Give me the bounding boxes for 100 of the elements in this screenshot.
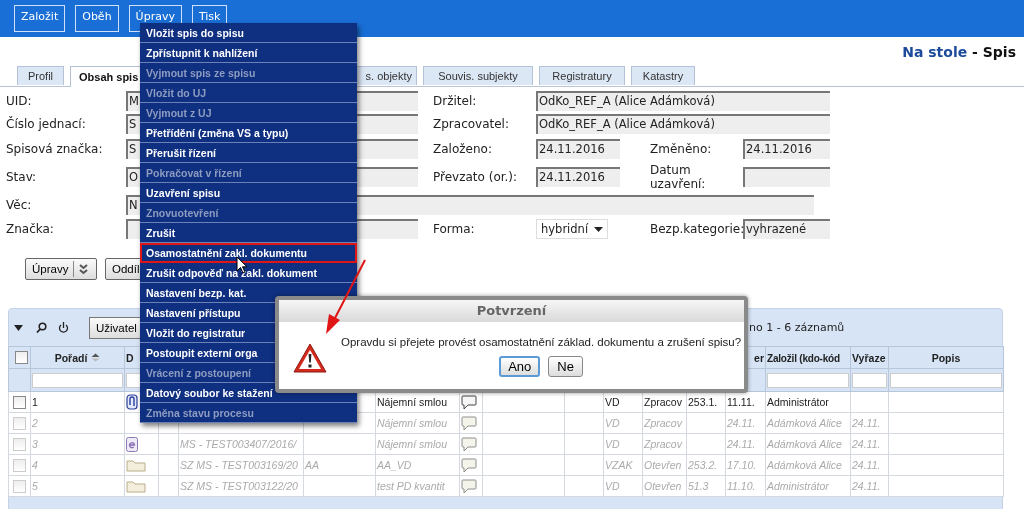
table-cell: 253.1. [688, 396, 718, 408]
field-label: Zpracovatel: [433, 117, 510, 131]
table-cell: VD [605, 438, 620, 450]
filter-field[interactable] [767, 372, 849, 388]
table-cell: 1 [32, 396, 38, 408]
comment-icon[interactable] [461, 415, 477, 431]
checkbox[interactable] [13, 395, 26, 409]
text-field[interactable] [743, 167, 830, 187]
menu-item[interactable]: Vložit spis do spisu [140, 23, 357, 43]
dropdown-icon [594, 226, 603, 232]
table-cell: Nájemní smlou [377, 396, 448, 408]
menu-item[interactable]: Přetřídění (změna VS a typu) [140, 123, 357, 143]
table-cell: 24.11. [727, 417, 756, 429]
select-field[interactable]: hybridní [536, 219, 608, 239]
search-icon[interactable] [36, 322, 47, 333]
table-cell: 24.11. [852, 459, 881, 471]
table-cell: Nájemní smlou [377, 438, 448, 450]
comment-icon[interactable] [461, 457, 477, 473]
field-label: Značka: [6, 222, 55, 236]
table-cell: Otevřen [644, 480, 682, 492]
column-header[interactable]: D [126, 351, 134, 364]
table-cell: Adámková Alice [767, 459, 842, 471]
table-cell: SZ MS - TEST003169/20 [180, 459, 298, 471]
table-cell: test PD kvantit [377, 480, 445, 492]
table-cell: 5 [32, 480, 38, 492]
field-label: Spisová značka: [6, 142, 104, 156]
table-cell: 4 [32, 459, 38, 471]
text-field[interactable]: 24.11.2016 [743, 139, 830, 159]
comment-icon[interactable] [461, 478, 477, 494]
filter-field[interactable] [852, 372, 887, 388]
menu-item[interactable]: Zrušit [140, 223, 357, 243]
table-cell: Administrátor [767, 480, 829, 492]
page-title: Na stole - Spis [902, 43, 1016, 60]
table-cell: 253.2. [688, 459, 718, 471]
field-label: Forma: [433, 222, 476, 236]
sort-ascending-icon[interactable] [91, 352, 101, 362]
table-cell: SZ MS - TEST003122/20 [180, 480, 298, 492]
table-cell: AA_VD [377, 459, 412, 471]
comment-icon[interactable] [461, 394, 477, 410]
table-cell: 17.10. [727, 459, 757, 471]
filter-field[interactable] [32, 372, 123, 388]
field-label: Stav: [6, 170, 38, 184]
dialog-title: Potvrzení [279, 300, 744, 322]
checkbox[interactable] [14, 351, 28, 365]
table-cell: Zpracov [644, 417, 682, 429]
field-label: Držitel: [433, 93, 478, 108]
text-field[interactable]: vyhrazené [743, 219, 830, 239]
text-field[interactable]: 24.11.2016 [536, 167, 620, 187]
table-cell: Adámková Alice [767, 438, 842, 450]
table-cell: Zpracov [644, 396, 682, 408]
double-chevron-icon [79, 263, 89, 275]
text-field[interactable]: OdKo_REF_A (Alice Adámková) [536, 114, 830, 134]
table-cell: 24.11. [852, 438, 881, 450]
menu-item[interactable]: Přerušit řízení [140, 143, 357, 163]
comment-icon[interactable] [461, 436, 477, 452]
field-label: UID: [6, 93, 33, 108]
menu-item[interactable]: Uzavření spisu [140, 183, 357, 203]
field-label: Datum uzavření: [650, 163, 707, 191]
split-button[interactable]: Úpravy [25, 258, 97, 280]
table-cell: 11.11. [727, 396, 755, 408]
text-field[interactable]: OdKo_REF_A (Alice Adámková) [536, 90, 830, 111]
field-label: Převzato (or.): [433, 170, 519, 184]
toolbar-button[interactable]: Založit [14, 5, 66, 32]
menu-item[interactable]: Osamostatnění zakl. dokumentu [140, 243, 357, 263]
table-cell: 3 [32, 438, 38, 450]
tab[interactable]: Souvis. subjekty [423, 66, 533, 85]
table-cell: VZAK [605, 459, 633, 471]
tab[interactable]: Profil [17, 66, 64, 85]
field-label: Bezp.kategorie: [650, 222, 743, 236]
filter-field[interactable] [890, 372, 1002, 388]
column-header[interactable]: er [754, 351, 764, 364]
column-header[interactable]: Popis [931, 351, 961, 364]
field-label: Věc: [6, 197, 33, 212]
tab[interactable]: Katastry [631, 66, 695, 85]
table-cell: Nájemní smlou [377, 417, 448, 429]
table-cell: Administrátor [767, 396, 829, 408]
table-cell: AA [305, 459, 319, 471]
table-cell: 2 [32, 417, 38, 429]
table-cell: 24.11. [852, 417, 881, 429]
warning-icon [293, 342, 327, 374]
text-field[interactable]: 24.11.2016 [536, 139, 620, 159]
field-label: Číslo jednací: [6, 117, 87, 131]
table-cell: 11.10. [727, 480, 756, 492]
table-cell: Zpracov [644, 438, 682, 450]
field-label: Změněno: [650, 142, 713, 156]
table-cell: VD [605, 417, 620, 429]
table-cell: MS - TEST003407/2016/ [180, 438, 297, 450]
dialog-button[interactable]: Ano [499, 356, 541, 377]
menu-item[interactable]: Zpřístupnit k nahlížení [140, 43, 357, 63]
tab[interactable]: Registratury [539, 66, 625, 85]
paging-info: no 1 - 6 záznamů [749, 321, 845, 334]
toolbar-button[interactable]: Oběh [75, 5, 119, 32]
field-label: Založeno: [433, 142, 493, 156]
table-cell: VD [605, 396, 620, 408]
table-cell: 24.11. [727, 438, 756, 450]
table-cell: 51.3 [688, 480, 709, 492]
collapse-icon[interactable] [14, 324, 23, 331]
dialog-button[interactable]: Ne [548, 356, 583, 377]
table-cell: 24.11. [852, 480, 881, 492]
table-cell: Otevřen [644, 459, 682, 471]
